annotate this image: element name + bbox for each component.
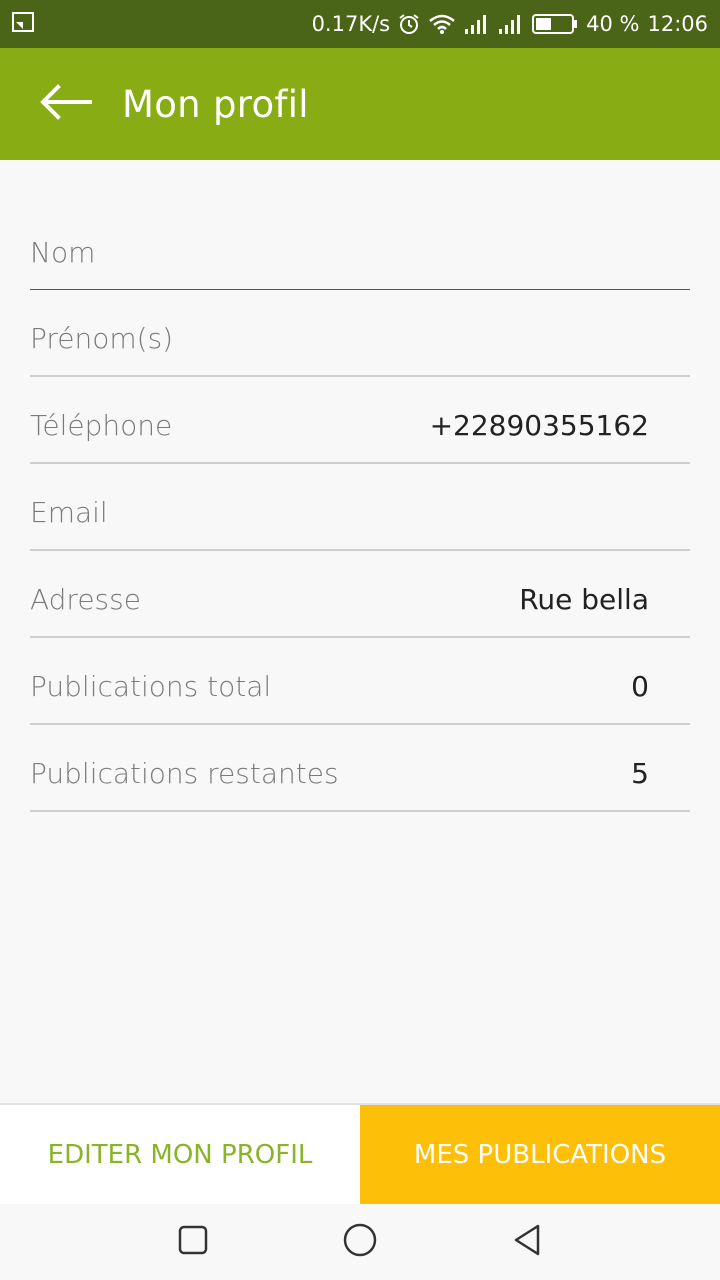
field-value: +22890355162 — [429, 409, 649, 442]
network-speed: 0.17K/s — [311, 12, 391, 36]
nav-back-button[interactable] — [497, 1212, 557, 1272]
field-row-publications-restantes: Publications restantes 5 — [30, 725, 690, 812]
field-row-adresse: Adresse Rue bella — [30, 551, 690, 638]
alarm-icon — [398, 13, 420, 35]
recents-button[interactable] — [163, 1212, 223, 1272]
wifi-icon — [428, 13, 456, 35]
field-row-publications-total: Publications total 0 — [30, 638, 690, 725]
my-publications-button[interactable]: MES PUBLICATIONS — [360, 1105, 720, 1204]
field-value: 0 — [631, 670, 649, 703]
triangle-back-icon — [512, 1223, 542, 1261]
app-bar: Mon profil — [0, 48, 720, 160]
signal-icon — [464, 13, 490, 35]
arrow-left-icon — [40, 84, 92, 124]
field-row-nom: Nom — [30, 203, 690, 290]
page-title: Mon profil — [122, 82, 309, 126]
navigation-bar — [0, 1204, 720, 1280]
circle-icon — [343, 1223, 377, 1261]
field-label: Téléphone — [30, 409, 173, 442]
field-row-telephone: Téléphone +22890355162 — [30, 377, 690, 464]
square-icon — [178, 1225, 208, 1259]
profile-fields: Nom Prénom(s) Téléphone +22890355162 Ema… — [30, 203, 690, 812]
battery-level: 40 % — [586, 12, 640, 36]
bottom-actions: EDITER MON PROFIL MES PUBLICATIONS — [0, 1103, 720, 1204]
cast-icon — [12, 11, 34, 37]
field-label: Publications restantes — [30, 757, 339, 790]
battery-icon — [532, 13, 578, 35]
edit-profile-button[interactable]: EDITER MON PROFIL — [0, 1105, 360, 1204]
status-bar: 0.17K/s 40 % 12:06 — [0, 0, 720, 48]
field-label: Publications total — [30, 670, 272, 703]
signal-icon — [498, 13, 524, 35]
field-value: 5 — [631, 757, 649, 790]
field-label: Prénom(s) — [30, 322, 174, 355]
back-button[interactable] — [36, 74, 96, 134]
home-button[interactable] — [330, 1212, 390, 1272]
field-label: Nom — [30, 235, 96, 269]
field-row-prenoms: Prénom(s) — [30, 290, 690, 377]
field-label: Email — [30, 496, 108, 529]
clock: 12:06 — [647, 12, 708, 36]
field-row-email: Email — [30, 464, 690, 551]
field-value: Rue bella — [519, 583, 649, 616]
field-label: Adresse — [30, 583, 141, 616]
